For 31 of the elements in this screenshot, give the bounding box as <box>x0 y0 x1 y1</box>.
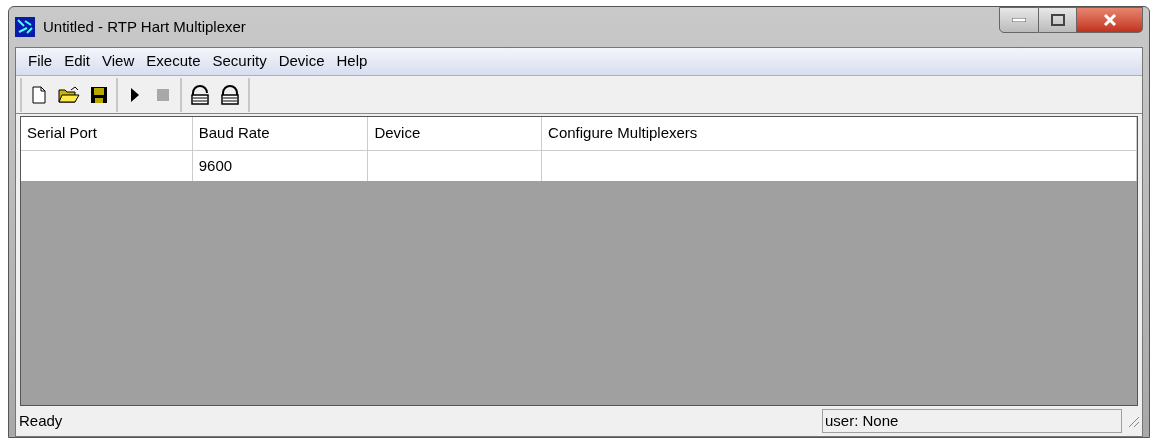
menu-item[interactable]: Edit <box>58 50 97 73</box>
folder-icon <box>58 85 80 104</box>
table-cell-text: 9600 <box>198 155 233 176</box>
open-padlock-icon <box>190 84 210 105</box>
minimize-button[interactable] <box>999 7 1039 33</box>
minimize-icon <box>1012 18 1026 22</box>
column-header[interactable]: Baud Rate <box>192 117 369 150</box>
column-header[interactable]: Device <box>368 117 543 150</box>
menu-item[interactable]: File <box>22 50 59 73</box>
user-status: user: None <box>822 409 1122 433</box>
column-header[interactable]: Serial Port <box>21 117 193 150</box>
app-icon <box>15 17 35 37</box>
resize-grip-icon[interactable] <box>1126 414 1140 428</box>
window-title: Untitled - RTP Hart Multiplexer <box>43 16 246 37</box>
play-icon <box>130 86 140 103</box>
toolbar-button[interactable] <box>220 82 240 107</box>
menu-item[interactable]: Security <box>206 50 273 73</box>
menu-item[interactable]: Device <box>272 50 331 73</box>
maximize-button[interactable] <box>1039 7 1077 33</box>
stop-icon <box>156 87 170 102</box>
menu-item[interactable]: View <box>96 50 141 73</box>
padlock-icon <box>220 84 240 105</box>
close-button[interactable] <box>1077 7 1143 33</box>
close-icon <box>1102 14 1117 26</box>
menu-item[interactable]: Help <box>330 50 374 73</box>
toolbar-button[interactable] <box>190 82 210 107</box>
maximize-icon <box>1050 14 1065 26</box>
menu-item[interactable]: Execute <box>140 50 207 73</box>
column-header[interactable]: Configure Multiplexers <box>542 117 1137 150</box>
new-document-icon <box>32 85 46 104</box>
status-message: Ready <box>18 410 64 431</box>
